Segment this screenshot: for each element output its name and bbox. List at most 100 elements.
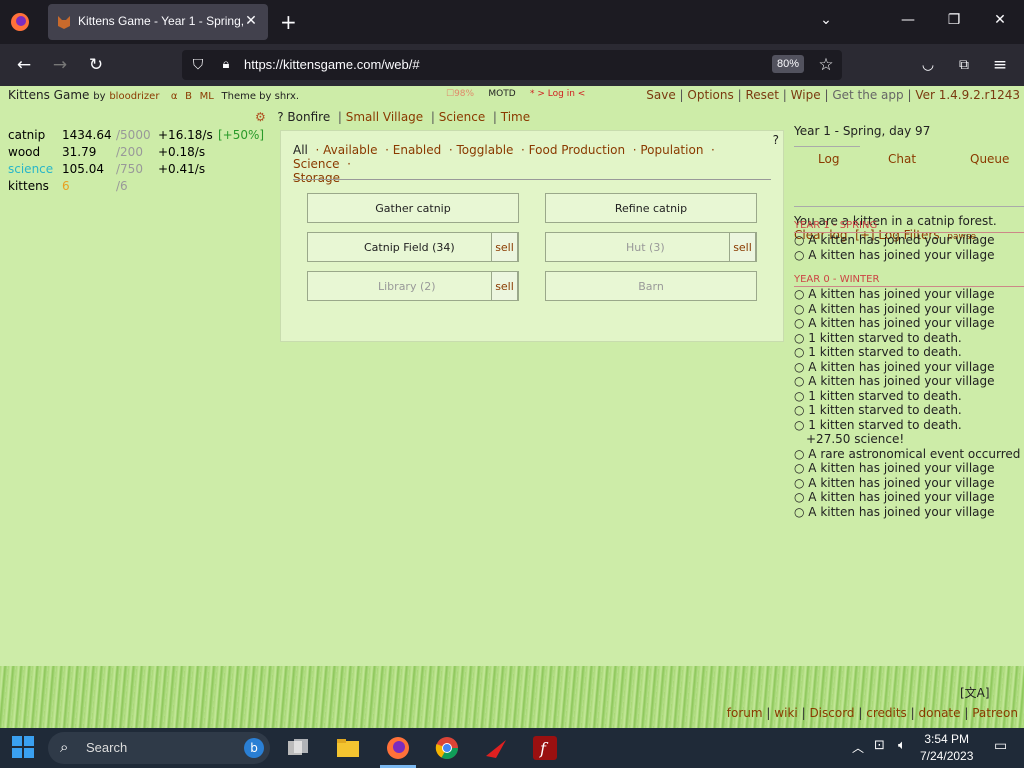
- game-title: Kittens Game: [8, 88, 90, 102]
- library-sell-button[interactable]: sell: [491, 271, 518, 301]
- filter-enabled[interactable]: Enabled: [393, 143, 442, 157]
- filter-science[interactable]: Science: [293, 157, 340, 171]
- resource-name[interactable]: wood: [8, 143, 62, 160]
- save-link[interactable]: Save: [646, 88, 675, 102]
- library-button[interactable]: Library (2) sell: [307, 271, 519, 301]
- credits-link[interactable]: credits: [866, 706, 907, 720]
- back-icon[interactable]: ←: [14, 55, 34, 75]
- lock-icon[interactable]: 🔒︎: [216, 55, 236, 75]
- options-link[interactable]: Options: [687, 88, 733, 102]
- minimize-icon[interactable]: —: [898, 12, 918, 28]
- shield-icon[interactable]: ⛉: [188, 55, 208, 75]
- ml-link[interactable]: ML: [200, 91, 214, 102]
- author-link[interactable]: bloodrizer: [109, 91, 159, 102]
- volume-icon[interactable]: 🔈︎: [898, 738, 906, 753]
- close-window-icon[interactable]: ✕: [990, 12, 1010, 28]
- flash-icon[interactable]: f: [533, 736, 557, 760]
- language-toggle[interactable]: [文A]: [960, 684, 990, 701]
- file-explorer-icon[interactable]: [336, 736, 360, 760]
- menu-hamburger-icon[interactable]: ≡: [990, 55, 1010, 75]
- filter-food-production[interactable]: Food Production: [529, 143, 625, 157]
- motd-link[interactable]: MOTD: [488, 89, 515, 99]
- patreon-link[interactable]: Patreon: [972, 706, 1018, 720]
- wiki-link[interactable]: wiki: [774, 706, 797, 720]
- log-entry: ○ 1 kitten starved to death.: [794, 403, 962, 417]
- filter-togglable[interactable]: Togglable: [457, 143, 514, 157]
- bing-icon[interactable]: b: [244, 738, 264, 758]
- search-label: Search: [86, 740, 128, 755]
- resource-row-science: science 105.04 /750 +0.41/s: [8, 160, 264, 177]
- log-header-winter: YEAR 0 - WINTER: [794, 274, 1024, 287]
- firefox-taskbar-icon[interactable]: [386, 736, 410, 760]
- tab-close-icon[interactable]: ✕: [242, 12, 260, 30]
- url-text[interactable]: https://kittensgame.com/web/#: [244, 57, 420, 72]
- filter-population[interactable]: Population: [640, 143, 703, 157]
- chrome-icon[interactable]: [435, 736, 459, 760]
- resource-rate: +16.18/s: [158, 127, 213, 142]
- resource-rate: +0.18/s: [158, 144, 206, 159]
- list-tabs-icon[interactable]: ⌄: [816, 12, 836, 28]
- bookmark-star-icon[interactable]: ☆: [816, 55, 836, 75]
- pocket-icon[interactable]: ◡: [918, 55, 938, 75]
- heat-indicator: ☐98%: [446, 89, 475, 99]
- extensions-icon[interactable]: ⧉: [954, 55, 974, 75]
- address-bar[interactable]: ⛉ 🔒︎ https://kittensgame.com/web/# 80%: [182, 50, 842, 80]
- barn-button[interactable]: Barn: [545, 271, 757, 301]
- tab-small-village[interactable]: Small Village: [346, 110, 423, 124]
- taskbar-search[interactable]: ⌕ Search b: [48, 732, 270, 764]
- chevron-up-icon[interactable]: ︿: [852, 739, 864, 756]
- tab-chat[interactable]: Chat: [888, 152, 916, 166]
- barn-label: Barn: [638, 279, 664, 293]
- log-entry: ○ A kitten has joined your village: [794, 359, 995, 374]
- reset-link[interactable]: Reset: [745, 88, 779, 102]
- filter-storage[interactable]: Storage: [293, 171, 340, 185]
- notifications-icon[interactable]: ▭: [994, 738, 1007, 754]
- refine-catnip-button[interactable]: Refine catnip: [545, 193, 757, 223]
- filter-available[interactable]: Available: [323, 143, 377, 157]
- tab-bonfire[interactable]: Bonfire: [287, 110, 330, 124]
- wipe-link[interactable]: Wipe: [791, 88, 821, 102]
- resource-name[interactable]: science: [8, 160, 62, 177]
- login-link[interactable]: * > Log in <: [530, 89, 585, 99]
- forum-link[interactable]: forum: [727, 706, 763, 720]
- resource-row-wood: wood 31.79 /200 +0.18/s: [8, 143, 264, 160]
- tab-time[interactable]: Time: [501, 110, 530, 124]
- tab-log[interactable]: Log: [818, 152, 839, 166]
- log-entry: ○ A rare astronomical event occurred in: [794, 446, 1024, 461]
- alpha-link[interactable]: α: [171, 91, 178, 102]
- restore-icon[interactable]: ❐: [944, 12, 964, 28]
- version-link[interactable]: Ver 1.4.9.2.r1243: [915, 88, 1020, 102]
- catnip-field-button[interactable]: Catnip Field (34) sell: [307, 232, 519, 262]
- hut-sell-button[interactable]: sell: [729, 232, 756, 262]
- new-tab-icon[interactable]: +: [280, 12, 297, 32]
- resource-name[interactable]: kittens: [8, 177, 62, 194]
- settings-gear-icon[interactable]: ⚙: [255, 110, 266, 124]
- forward-icon[interactable]: →: [50, 55, 70, 75]
- help-question-icon[interactable]: ?: [773, 133, 779, 147]
- catnip-field-sell-button[interactable]: sell: [491, 232, 518, 262]
- tab-science[interactable]: Science: [439, 110, 486, 124]
- hut-button[interactable]: Hut (3) sell: [545, 232, 757, 262]
- resource-name[interactable]: catnip: [8, 126, 62, 143]
- filter-all[interactable]: All: [293, 143, 308, 157]
- refine-catnip-label: Refine catnip: [614, 201, 688, 215]
- log-tab-underline: [794, 146, 860, 147]
- browser-tab-bar: Kittens Game - Year 1 - Spring, d ✕ + ⌄ …: [0, 0, 1024, 44]
- donate-link[interactable]: donate: [919, 706, 961, 720]
- beta-link[interactable]: B: [185, 91, 192, 102]
- get-app-link[interactable]: Get the app: [832, 88, 903, 102]
- discord-link[interactable]: Discord: [809, 706, 854, 720]
- tab-kittens-game[interactable]: Kittens Game - Year 1 - Spring, d ✕: [48, 4, 268, 40]
- log-entry: ○ A kitten has joined your village: [794, 287, 995, 301]
- firefox-menu-icon[interactable]: [8, 10, 32, 34]
- task-view-icon[interactable]: [286, 736, 310, 760]
- help-icon[interactable]: ?: [277, 110, 283, 124]
- network-icon[interactable]: ⊡: [874, 738, 885, 753]
- tab-queue[interactable]: Queue: [970, 152, 1009, 166]
- clock[interactable]: 3:54 PM 7/24/2023: [920, 731, 973, 765]
- red-app-icon[interactable]: [484, 736, 508, 760]
- gather-catnip-button[interactable]: Gather catnip: [307, 193, 519, 223]
- reload-icon[interactable]: ↻: [86, 55, 106, 75]
- zoom-indicator[interactable]: 80%: [772, 55, 805, 73]
- windows-start-icon[interactable]: [12, 736, 36, 760]
